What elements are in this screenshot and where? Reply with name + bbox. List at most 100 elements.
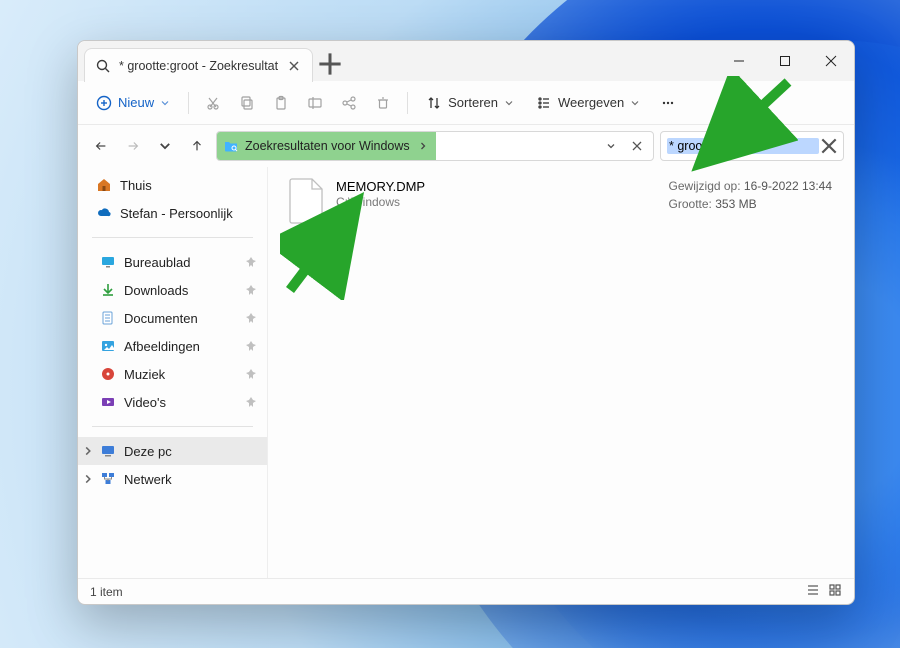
sidebar-item-label: Stefan - Persoonlijk (120, 206, 233, 221)
share-button[interactable] (333, 87, 365, 119)
sidebar-item-label: Bureaublad (124, 255, 191, 270)
network-icon (100, 471, 116, 487)
search-folder-icon (223, 138, 239, 154)
chevron-down-icon (504, 98, 514, 108)
tab-close-button[interactable] (286, 58, 302, 74)
sidebar-item-label: Muziek (124, 367, 165, 382)
new-button-label: Nieuw (118, 95, 154, 110)
pin-icon (245, 340, 257, 352)
forward-button[interactable] (120, 133, 146, 159)
chevron-down-icon (160, 98, 170, 108)
sidebar-divider (92, 237, 253, 238)
titlebar: * grootte:groot - Zoekresultat (78, 41, 854, 81)
sidebar-item-label: Video's (124, 395, 166, 410)
sidebar-item-home[interactable]: Thuis (78, 171, 267, 199)
back-button[interactable] (88, 133, 114, 159)
chevron-right-icon[interactable] (82, 473, 94, 485)
minimize-button[interactable] (716, 41, 762, 81)
paste-button[interactable] (265, 87, 297, 119)
sidebar-item-label: Deze pc (124, 444, 172, 459)
music-icon (100, 366, 116, 382)
pin-icon (245, 284, 257, 296)
pictures-icon (100, 338, 116, 354)
search-clear-button[interactable] (819, 136, 839, 156)
sort-button-label: Sorteren (448, 95, 498, 110)
address-row: Zoekresultaten voor Windows * grootte:gr… (78, 125, 854, 167)
search-box[interactable]: * grootte:groot (660, 131, 844, 161)
address-bar[interactable]: Zoekresultaten voor Windows (216, 131, 654, 161)
sort-button[interactable]: Sorteren (416, 87, 524, 119)
cut-button[interactable] (197, 87, 229, 119)
details-view-button[interactable] (806, 583, 820, 600)
sidebar-item-label: Documenten (124, 311, 198, 326)
sidebar-item-videos[interactable]: Video's (78, 388, 267, 416)
home-icon (96, 177, 112, 193)
address-history-button[interactable] (599, 134, 623, 158)
modified-label: Gewijzigd op: (669, 179, 741, 193)
size-label: Grootte: (669, 197, 712, 211)
result-path: C:\Windows (336, 195, 425, 209)
status-bar: 1 item (78, 578, 854, 604)
sidebar-item-thispc[interactable]: Deze pc (78, 437, 267, 465)
downloads-icon (100, 282, 116, 298)
new-button[interactable]: Nieuw (86, 87, 180, 119)
view-button[interactable]: Weergeven (526, 87, 650, 119)
copy-button[interactable] (231, 87, 263, 119)
desktop-icon (100, 254, 116, 270)
sidebar-item-downloads[interactable]: Downloads (78, 276, 267, 304)
recent-locations-button[interactable] (152, 133, 178, 159)
tab-title: * grootte:groot - Zoekresultat (119, 59, 278, 73)
window-tab[interactable]: * grootte:groot - Zoekresultat (84, 48, 313, 82)
up-button[interactable] (184, 133, 210, 159)
separator (188, 92, 189, 114)
videos-icon (100, 394, 116, 410)
sidebar-item-pictures[interactable]: Afbeeldingen (78, 332, 267, 360)
pin-icon (245, 256, 257, 268)
view-button-label: Weergeven (558, 95, 624, 110)
breadcrumb-label: Zoekresultaten voor Windows (245, 139, 410, 153)
sidebar-item-desktop[interactable]: Bureaublad (78, 248, 267, 276)
command-bar: Nieuw Sorteren Weergeven (78, 81, 854, 125)
cloud-icon (96, 205, 112, 221)
window-controls (716, 41, 854, 81)
close-button[interactable] (808, 41, 854, 81)
search-icon (95, 58, 111, 74)
pc-icon (100, 443, 116, 459)
chevron-down-icon (630, 98, 640, 108)
pin-icon (245, 396, 257, 408)
sidebar-item-music[interactable]: Muziek (78, 360, 267, 388)
separator (407, 92, 408, 114)
documents-icon (100, 310, 116, 326)
results-pane: MEMORY.DMP C:\Windows Gewijzigd op: 16-9… (268, 167, 854, 578)
address-clear-button[interactable] (625, 134, 649, 158)
more-button[interactable] (652, 87, 684, 119)
sidebar-item-label: Downloads (124, 283, 188, 298)
sidebar-item-network[interactable]: Netwerk (78, 465, 267, 493)
sidebar-item-label: Afbeeldingen (124, 339, 200, 354)
search-query[interactable]: * grootte:groot (667, 138, 819, 154)
sidebar-item-onedrive[interactable]: Stefan - Persoonlijk (78, 199, 267, 227)
pin-icon (245, 368, 257, 380)
maximize-button[interactable] (762, 41, 808, 81)
pin-icon (245, 312, 257, 324)
file-icon (286, 177, 326, 225)
result-metadata: Gewijzigd op: 16-9-2022 13:44 Grootte: 3… (669, 177, 832, 213)
explorer-window: * grootte:groot - Zoekresultat Nieuw (77, 40, 855, 605)
new-tab-button[interactable] (313, 47, 347, 81)
sidebar-item-documents[interactable]: Documenten (78, 304, 267, 332)
modified-value: 16-9-2022 13:44 (744, 179, 832, 193)
navigation-pane: Thuis Stefan - Persoonlijk Bureaublad Do… (78, 167, 268, 578)
result-filename: MEMORY.DMP (336, 179, 425, 194)
sidebar-divider (92, 426, 253, 427)
chevron-right-icon (418, 141, 428, 151)
delete-button[interactable] (367, 87, 399, 119)
sidebar-item-label: Netwerk (124, 472, 172, 487)
item-count: 1 item (90, 585, 123, 599)
chevron-right-icon[interactable] (82, 445, 94, 457)
breadcrumb-root[interactable]: Zoekresultaten voor Windows (217, 132, 436, 160)
sidebar-item-label: Thuis (120, 178, 152, 193)
rename-button[interactable] (299, 87, 331, 119)
body: Thuis Stefan - Persoonlijk Bureaublad Do… (78, 167, 854, 578)
thumbnails-view-button[interactable] (828, 583, 842, 600)
size-value: 353 MB (715, 197, 756, 211)
